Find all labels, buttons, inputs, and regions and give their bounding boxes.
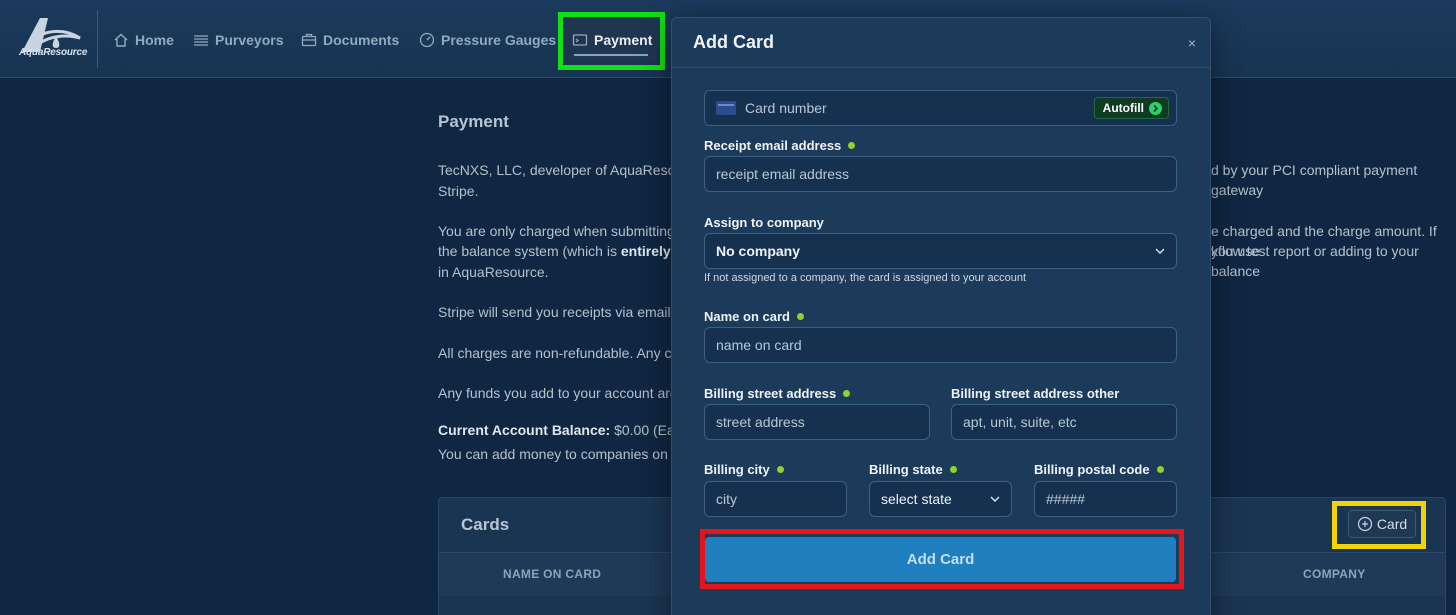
postal-code-label: Billing postal code xyxy=(1034,462,1164,477)
postal-code-placeholder: ##### xyxy=(1046,491,1085,507)
modal-header: Add Card × xyxy=(672,18,1210,68)
city-placeholder: city xyxy=(716,491,737,507)
home-icon xyxy=(114,33,128,47)
nav-divider xyxy=(97,10,98,68)
required-dot xyxy=(843,390,851,397)
autofill-label: Autofill xyxy=(1102,101,1144,115)
nav-purveyors[interactable]: Purveyors xyxy=(193,30,283,50)
assign-company-label-text: Assign to company xyxy=(704,215,824,230)
required-dot xyxy=(796,313,804,320)
receipt-email-placeholder: receipt email address xyxy=(716,166,850,182)
entirely-bold: entirely xyxy=(620,243,671,259)
autofill-button[interactable]: Autofill xyxy=(1093,97,1169,119)
gauge-icon xyxy=(419,32,435,48)
required-dot xyxy=(848,142,856,149)
name-on-card-placeholder: name on card xyxy=(716,337,802,353)
street-address-other-label: Billing street address other xyxy=(951,386,1119,401)
briefcase-icon xyxy=(301,33,317,47)
city-label-text: Billing city xyxy=(704,462,770,477)
receipt-email-label-text: Receipt email address xyxy=(704,138,842,153)
state-label: Billing state xyxy=(869,462,957,477)
state-label-text: Billing state xyxy=(869,462,943,477)
state-select[interactable]: select state xyxy=(869,481,1012,517)
receipt-email-label: Receipt email address xyxy=(704,138,856,153)
postal-code-label-text: Billing postal code xyxy=(1034,462,1150,477)
nav-purveyors-label: Purveyors xyxy=(215,32,284,48)
assign-company-select[interactable]: No company xyxy=(704,233,1177,269)
column-name-on-card: NAME ON CARD xyxy=(503,567,602,581)
street-address-other-label-text: Billing street address other xyxy=(951,386,1120,401)
street-address-other-placeholder: apt, unit, suite, etc xyxy=(963,414,1077,430)
name-on-card-label: Name on card xyxy=(704,309,804,324)
assign-company-label: Assign to company xyxy=(704,215,824,230)
nav-home-label: Home xyxy=(135,32,174,48)
city-input[interactable]: city xyxy=(704,481,847,517)
assign-company-value: No company xyxy=(716,243,801,259)
receipt-email-input[interactable]: receipt email address xyxy=(704,156,1177,192)
close-icon[interactable]: × xyxy=(1188,35,1196,51)
arrow-right-circle-icon xyxy=(1149,101,1162,115)
name-on-card-label-text: Name on card xyxy=(704,309,790,324)
chevron-down-icon xyxy=(1155,248,1165,254)
cards-title: Cards xyxy=(461,515,510,534)
required-dot xyxy=(949,466,957,473)
nav-pressure-gauges-label: Pressure Gauges xyxy=(441,32,557,48)
logo-text: AquaResource xyxy=(19,47,88,58)
chevron-down-icon xyxy=(990,496,1000,502)
required-dot xyxy=(776,466,784,473)
assign-company-hint: If not assigned to a company, the card i… xyxy=(704,272,1027,284)
name-on-card-input[interactable]: name on card xyxy=(704,327,1177,363)
required-dot xyxy=(1156,466,1164,473)
credit-card-icon xyxy=(716,101,736,115)
city-label: Billing city xyxy=(704,462,784,477)
column-company: COMPANY xyxy=(1303,567,1366,581)
street-address-label: Billing street address xyxy=(704,386,851,401)
street-address-other-input[interactable]: apt, unit, suite, etc xyxy=(951,404,1177,440)
state-value: select state xyxy=(881,491,952,507)
highlight-box-green xyxy=(558,12,665,70)
nav-documents[interactable]: Documents xyxy=(301,30,399,50)
card-number-placeholder: Card number xyxy=(745,100,827,116)
list-icon xyxy=(194,35,208,46)
nav-pressure-gauges[interactable]: Pressure Gauges xyxy=(419,30,556,50)
street-address-label-text: Billing street address xyxy=(704,386,837,401)
highlight-box-red xyxy=(700,529,1184,589)
balance-label: Current Account Balance: xyxy=(438,422,611,438)
street-address-placeholder: street address xyxy=(716,414,805,430)
highlight-box-yellow xyxy=(1332,501,1426,549)
page-title: Payment xyxy=(438,112,509,131)
card-number-input[interactable]: Card number Autofill xyxy=(704,90,1177,126)
nav-home[interactable]: Home xyxy=(113,30,174,50)
paragraph-intro-text: TecNXS, LLC, developer of AquaResource, xyxy=(438,162,707,178)
companies-note: You can add money to companies on the Co… xyxy=(438,446,668,462)
street-address-input[interactable]: street address xyxy=(704,404,930,440)
nav-documents-label: Documents xyxy=(323,32,400,48)
modal-title: Add Card xyxy=(693,32,774,52)
postal-code-input[interactable]: ##### xyxy=(1034,481,1177,517)
balance-system-text: the balance system (which is xyxy=(438,243,617,259)
